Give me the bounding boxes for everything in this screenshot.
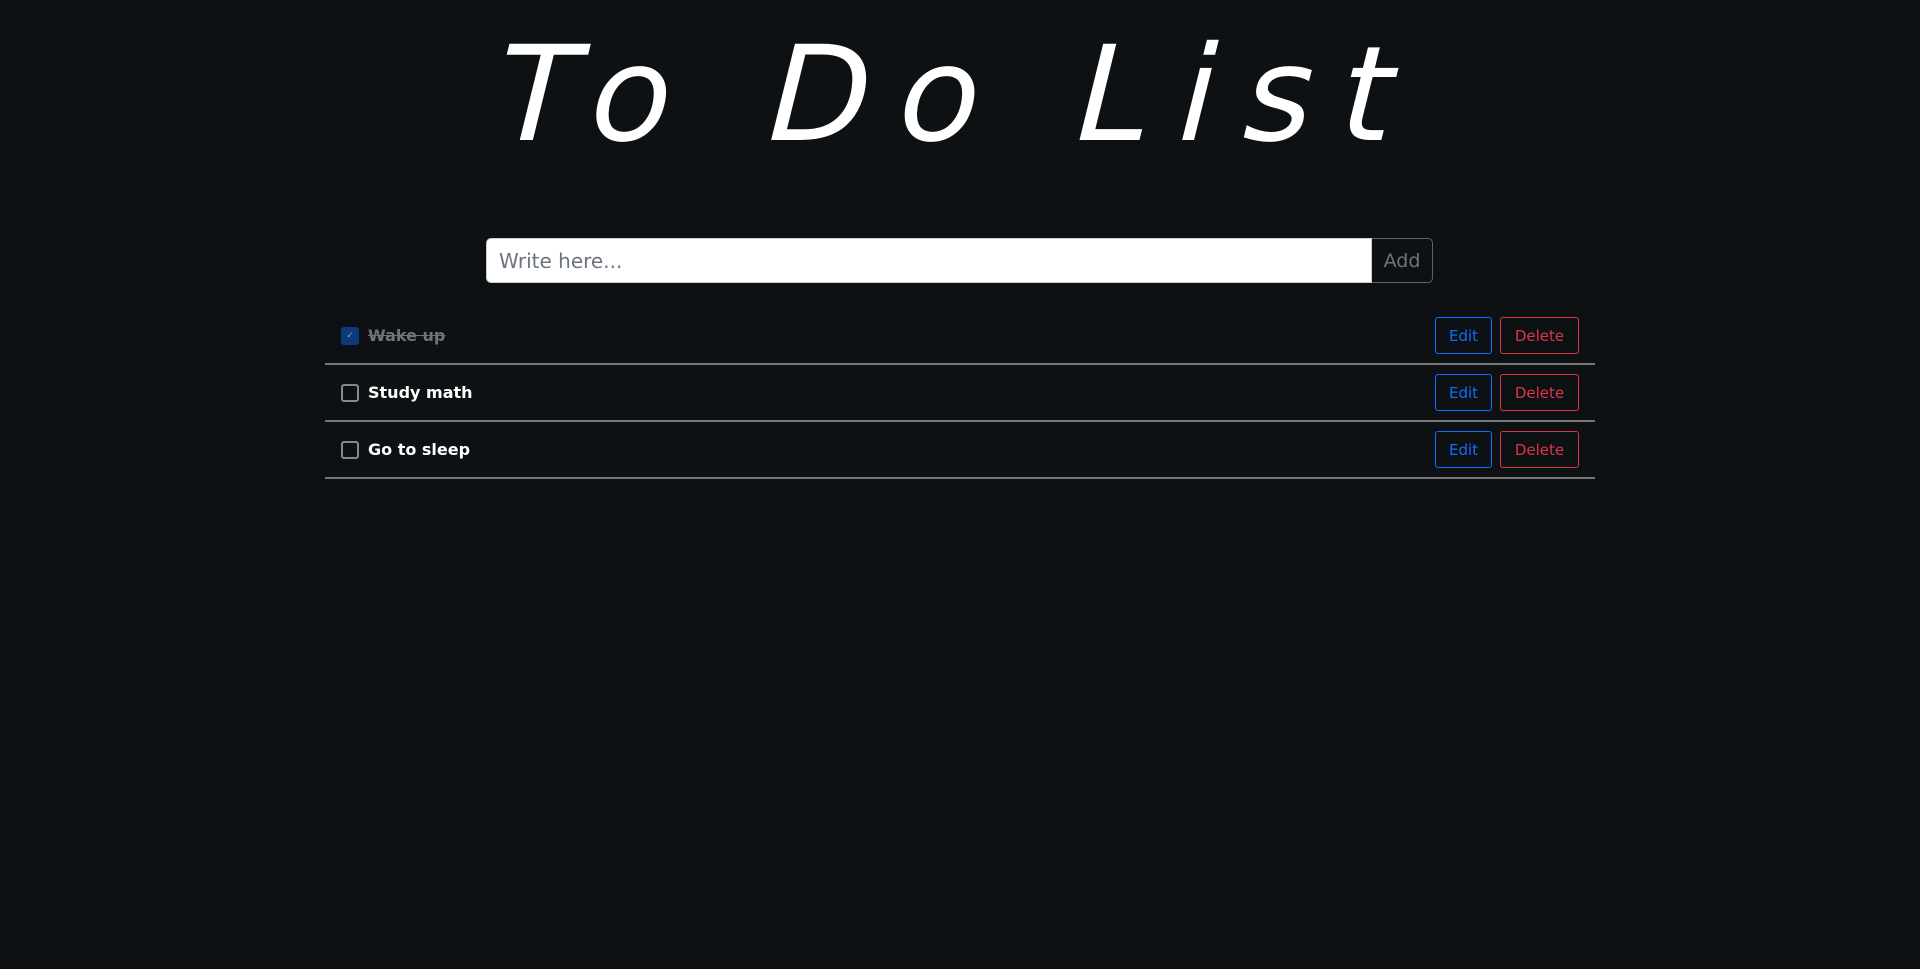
- delete-button[interactable]: Delete: [1500, 431, 1579, 468]
- todo-checkbox[interactable]: [341, 440, 359, 459]
- todo-item: Study math Edit Delete: [325, 365, 1595, 422]
- add-button[interactable]: Add: [1372, 238, 1433, 283]
- delete-button[interactable]: Delete: [1500, 374, 1579, 411]
- check-icon: ✓: [346, 330, 354, 341]
- edit-button[interactable]: Edit: [1435, 374, 1492, 411]
- todo-text: Go to sleep: [368, 440, 471, 459]
- todo-item: Go to sleep Edit Delete: [325, 422, 1595, 479]
- edit-button[interactable]: Edit: [1435, 431, 1492, 468]
- todo-checkbox[interactable]: [341, 383, 359, 402]
- todo-text: Wake up: [368, 326, 446, 345]
- delete-button[interactable]: Delete: [1500, 317, 1579, 354]
- todo-item: ✓ Wake up Edit Delete: [325, 308, 1595, 365]
- todo-text: Study math: [368, 383, 473, 402]
- add-todo-form: Add: [486, 238, 1433, 283]
- todo-input[interactable]: [486, 238, 1372, 283]
- page-title: To Do List: [494, 18, 1426, 172]
- todo-list: ✓ Wake up Edit Delete Study math Edit De…: [325, 308, 1595, 479]
- todo-checkbox[interactable]: ✓: [341, 326, 359, 345]
- edit-button[interactable]: Edit: [1435, 317, 1492, 354]
